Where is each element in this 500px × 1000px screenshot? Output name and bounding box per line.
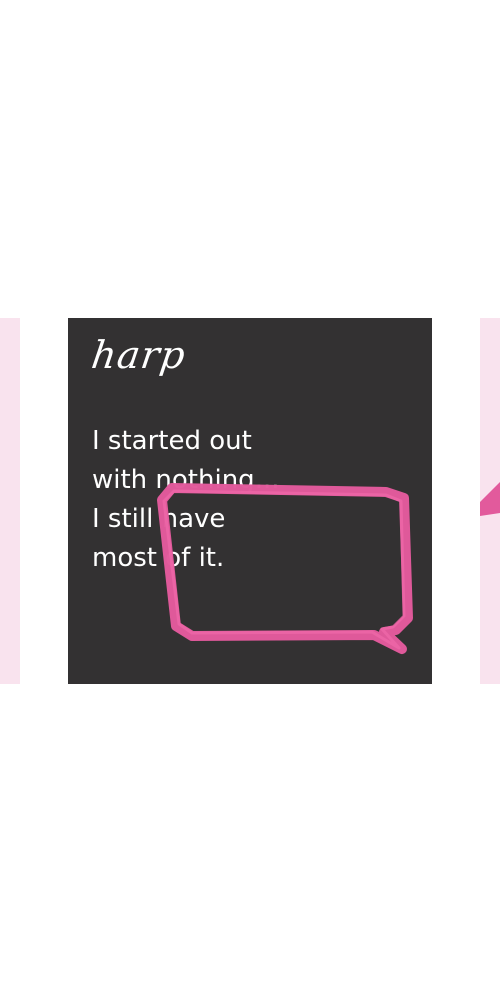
quote-line-4: most of it. xyxy=(92,543,225,573)
quote-card: harp I started out with nothing... I sti… xyxy=(68,318,432,684)
quote-line-2: with nothing... xyxy=(92,465,280,495)
speech-bubble-icon xyxy=(480,482,500,516)
quote-line-3: I still have xyxy=(92,504,226,534)
quote-line-1: I started out xyxy=(92,426,252,456)
previous-card[interactable] xyxy=(0,318,20,684)
quote-text: I started out with nothing... I still ha… xyxy=(92,422,392,578)
carousel: harp I started out with nothing... I sti… xyxy=(0,0,500,1000)
next-card[interactable] xyxy=(480,318,500,684)
harp-logo: harp xyxy=(88,333,189,377)
